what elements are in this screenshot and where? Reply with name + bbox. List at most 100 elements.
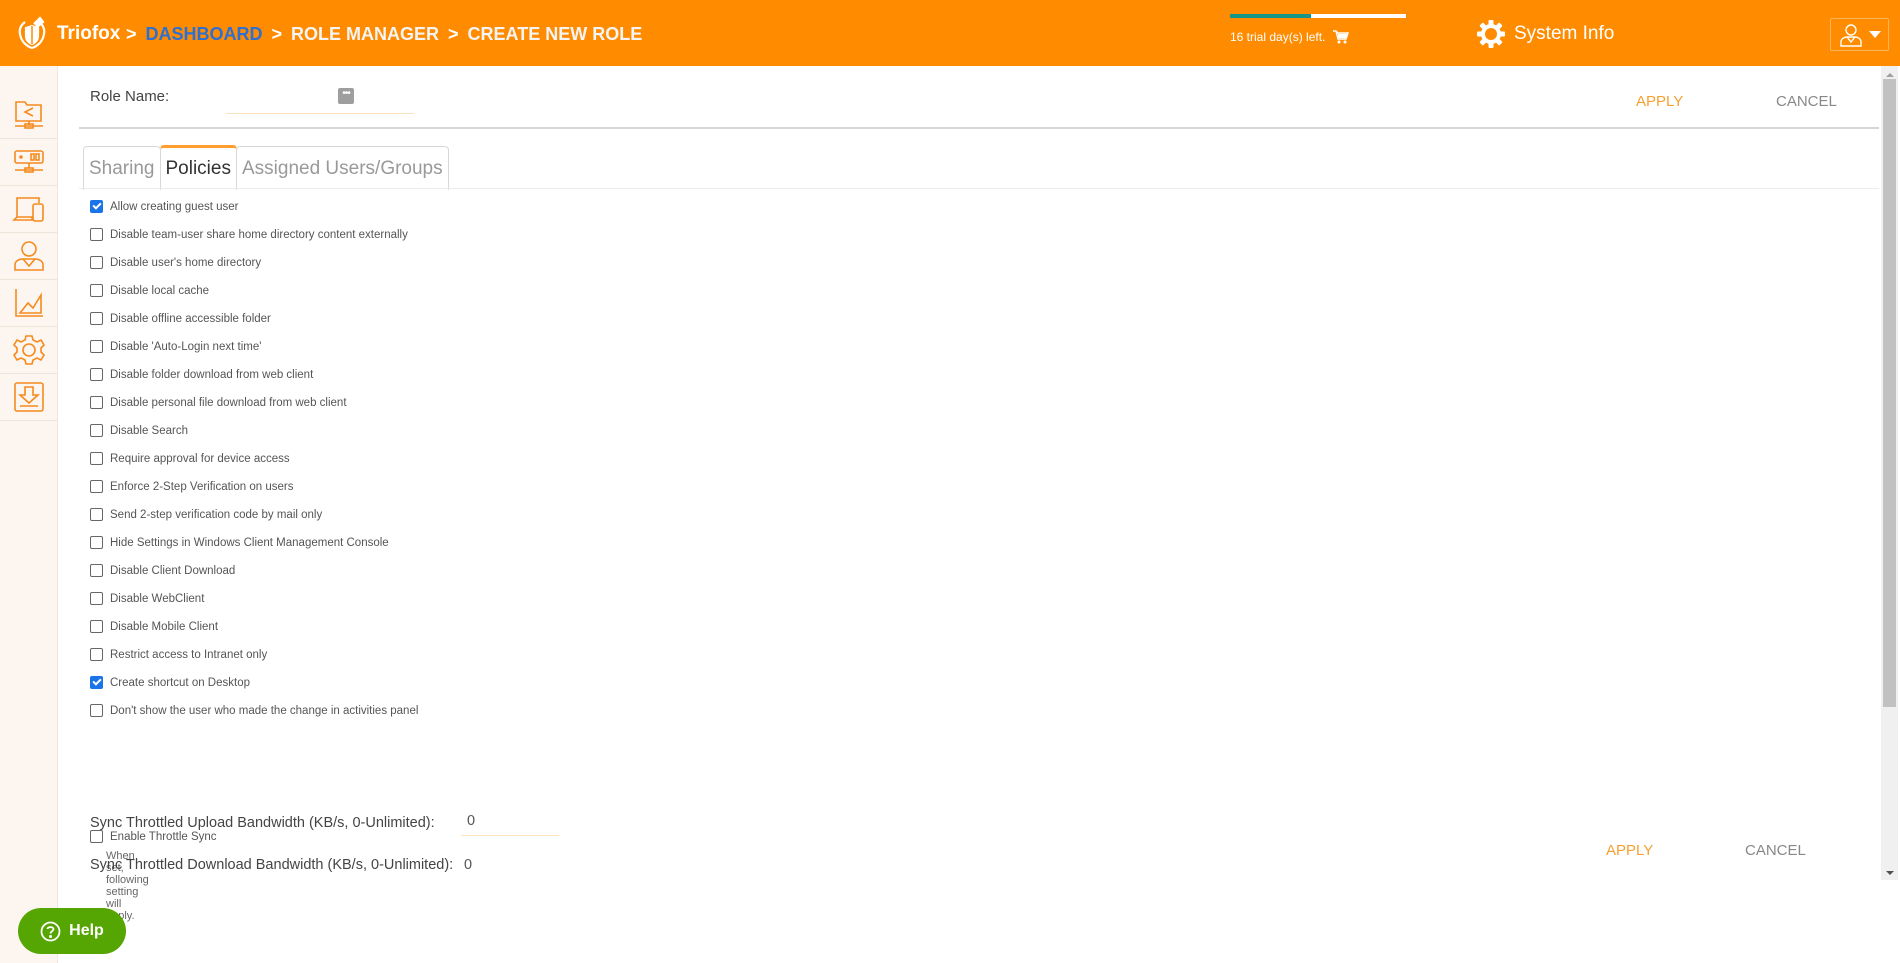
policy-checkbox[interactable] <box>90 592 103 605</box>
policy-item[interactable]: Disable WebClient <box>90 592 204 605</box>
breadcrumb-dashboard[interactable]: DASHBOARD <box>146 24 263 45</box>
policy-item[interactable]: Require approval for device access <box>90 452 290 465</box>
policy-item[interactable]: Enforce 2-Step Verification on users <box>90 480 293 493</box>
policy-label: Create shortcut on Desktop <box>110 676 250 689</box>
server-network-icon <box>14 150 44 173</box>
policy-item[interactable]: Disable team-user share home directory c… <box>90 228 408 241</box>
policy-item[interactable]: Disable personal file download from web … <box>90 396 347 409</box>
brand-name[interactable]: Triofox <box>57 23 120 45</box>
shield-logo-icon[interactable] <box>16 16 48 50</box>
policy-label: Disable user's home directory <box>110 256 262 269</box>
sidebar-item-storage[interactable] <box>0 139 58 186</box>
trial-progress-bar <box>1230 14 1406 18</box>
sidebar-item-shared-folder[interactable] <box>0 92 58 139</box>
download-icon <box>14 382 44 412</box>
policy-checkbox[interactable] <box>90 704 103 717</box>
tab-policies[interactable]: Policies <box>159 145 237 190</box>
breadcrumb-create-new-role: CREATE NEW ROLE <box>467 24 643 44</box>
trial-progress-fill <box>1230 14 1311 18</box>
policy-item[interactable]: Send 2-step verification code by mail on… <box>90 508 322 521</box>
sidebar-item-users[interactable] <box>0 233 58 280</box>
policy-label: Restrict access to Intranet only <box>110 648 268 661</box>
policy-item[interactable]: Create shortcut on Desktop <box>90 676 250 689</box>
throttle-sync-item[interactable]: Enable Throttle Sync <box>90 830 217 843</box>
policy-checkbox[interactable] <box>90 228 103 241</box>
policy-item[interactable]: Don't show the user who made the change … <box>90 704 418 717</box>
policy-item[interactable]: Disable 'Auto-Login next time' <box>90 340 261 353</box>
policy-item[interactable]: Disable user's home directory <box>90 256 261 269</box>
apply-button-bottom[interactable]: APPLY <box>1606 842 1653 859</box>
user-menu-button[interactable] <box>1830 18 1889 51</box>
breadcrumb-role-manager[interactable]: ROLE MANAGER <box>291 24 439 45</box>
policy-checkbox[interactable] <box>90 424 103 437</box>
sidebar <box>0 66 58 963</box>
policy-label: Disable WebClient <box>110 592 205 605</box>
policy-item[interactable]: Hide Settings in Windows Client Manageme… <box>90 536 389 549</box>
policy-checkbox[interactable] <box>90 284 103 297</box>
policy-label: Disable offline accessible folder <box>110 312 271 325</box>
breadcrumb-separator: > <box>448 24 459 44</box>
upload-bandwidth-input[interactable] <box>461 806 559 836</box>
policy-checkbox[interactable] <box>90 312 103 325</box>
policy-checkbox[interactable] <box>90 564 103 577</box>
gear-icon <box>1477 20 1505 48</box>
throttle-sync-checkbox[interactable] <box>90 830 103 843</box>
download-bandwidth-input[interactable] <box>461 850 559 880</box>
policy-checkbox[interactable] <box>90 368 103 381</box>
policy-label: Disable personal file download from web … <box>110 396 347 409</box>
policy-item[interactable]: Restrict access to Intranet only <box>90 648 267 661</box>
policy-checkbox[interactable] <box>90 648 103 661</box>
help-button[interactable]: Help <box>18 908 126 954</box>
policy-checkbox[interactable] <box>90 396 103 409</box>
policy-checkbox[interactable] <box>90 480 103 493</box>
policy-checkbox[interactable] <box>90 256 103 269</box>
system-info-button[interactable]: System Info <box>1476 19 1614 49</box>
gear-icon <box>12 335 46 365</box>
sidebar-item-reports[interactable] <box>0 280 58 327</box>
vertical-scrollbar[interactable] <box>1881 66 1898 880</box>
policy-checkbox[interactable] <box>90 200 103 213</box>
role-name-input[interactable] <box>226 82 414 114</box>
policy-checkbox[interactable] <box>90 452 103 465</box>
policy-item[interactable]: Allow creating guest user <box>90 200 238 213</box>
sidebar-item-downloads[interactable] <box>0 374 58 421</box>
policy-label: Hide Settings in Windows Client Manageme… <box>110 536 389 549</box>
policy-item[interactable]: Disable offline accessible folder <box>90 312 271 325</box>
cart-icon[interactable] <box>1333 30 1350 44</box>
policy-item[interactable]: Disable Mobile Client <box>90 620 218 633</box>
policy-label: Require approval for device access <box>110 452 290 465</box>
policy-label: Disable folder download from web client <box>110 368 314 381</box>
download-bandwidth-label: Sync Throttled Download Bandwidth (KB/s,… <box>90 857 454 873</box>
policy-label: Allow creating guest user <box>110 200 239 213</box>
role-name-more-button[interactable]: ••• <box>338 88 354 104</box>
policy-item[interactable]: Disable Client Download <box>90 564 235 577</box>
role-name-label: Role Name: <box>90 88 170 105</box>
policy-checkbox[interactable] <box>90 536 103 549</box>
divider <box>79 127 1879 129</box>
chart-icon <box>15 289 43 317</box>
trial-status: 16 trial day(s) left. <box>1230 14 1406 44</box>
policy-label: Disable team-user share home directory c… <box>110 228 408 241</box>
cancel-button[interactable]: CANCEL <box>1776 93 1837 110</box>
sidebar-item-devices[interactable] <box>0 186 58 233</box>
policy-checkbox[interactable] <box>90 340 103 353</box>
user-icon <box>14 241 44 271</box>
tab-divider <box>79 188 1879 189</box>
throttle-sync-label: Enable Throttle Sync <box>110 830 217 843</box>
scrollbar-thumb[interactable] <box>1883 79 1896 707</box>
policy-checkbox[interactable] <box>90 676 103 689</box>
tab-assigned-users-groups[interactable]: Assigned Users/Groups <box>235 146 449 190</box>
tab-sharing[interactable]: Sharing <box>83 146 161 190</box>
policy-item[interactable]: Disable Search <box>90 424 188 437</box>
devices-icon <box>12 197 44 222</box>
policy-item[interactable]: Disable local cache <box>90 284 209 297</box>
policy-label: Disable local cache <box>110 284 210 297</box>
scroll-down-arrow[interactable] <box>1881 866 1898 880</box>
policy-checkbox[interactable] <box>90 508 103 521</box>
policy-item[interactable]: Disable folder download from web client <box>90 368 313 381</box>
policy-label: Disable Client Download <box>110 564 236 577</box>
apply-button[interactable]: APPLY <box>1636 93 1683 110</box>
policy-checkbox[interactable] <box>90 620 103 633</box>
sidebar-item-settings[interactable] <box>0 327 58 374</box>
cancel-button-bottom[interactable]: CANCEL <box>1745 842 1806 859</box>
